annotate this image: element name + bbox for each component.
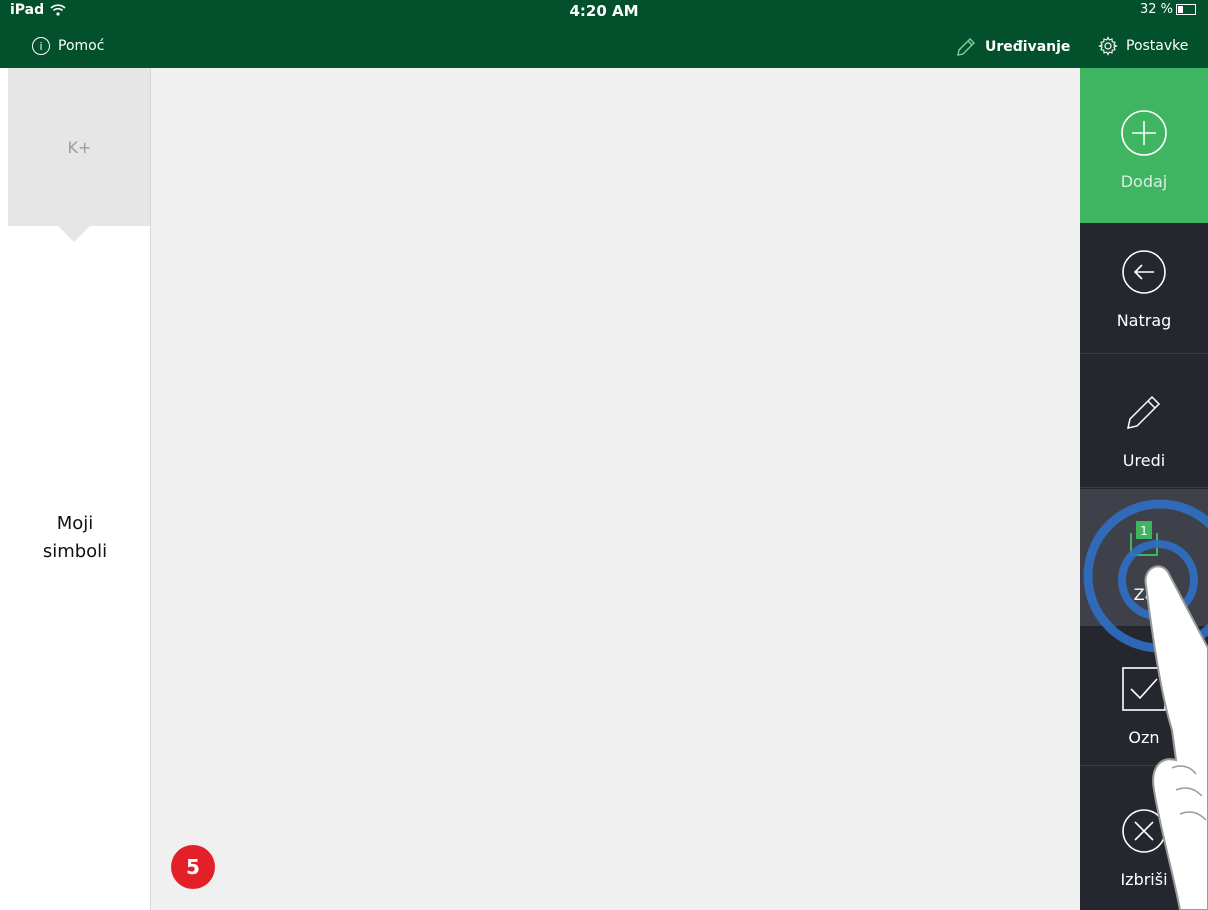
plus-circle-icon: [1117, 106, 1171, 160]
back-label: Natrag: [1116, 311, 1172, 330]
top-bar: iPad 4:20 AM 32 % i Pomoć Uređivanje Pos…: [0, 0, 1208, 68]
edit-label: Uredi: [1122, 451, 1166, 470]
my-symbols-line2: simboli: [42, 541, 108, 562]
back-button[interactable]: Natrag: [1080, 223, 1208, 354]
lock-badge-icon: 1: [1117, 519, 1171, 573]
lock-badge-number: 1: [1140, 524, 1148, 538]
action-toolbar: Dodaj Natrag Uredi 1 Za Ozn Izbriši: [1080, 68, 1208, 910]
add-label: Dodaj: [1120, 172, 1168, 191]
symbol-canvas[interactable]: 5: [151, 68, 1080, 910]
edit-mode-label: Uređivanje: [985, 39, 1071, 55]
step-badge: 5: [171, 845, 215, 889]
mark-button[interactable]: Ozn: [1080, 626, 1208, 766]
add-button[interactable]: Dodaj: [1080, 68, 1208, 223]
my-symbols-line1: Moji: [56, 513, 94, 534]
arrow-left-circle-icon: [1117, 245, 1171, 299]
info-icon: i: [32, 37, 50, 55]
status-time: 4:20 AM: [569, 2, 639, 20]
close-circle-icon: [1117, 804, 1171, 858]
help-label: Pomoć: [58, 38, 105, 54]
battery-icon: [1176, 4, 1196, 15]
delete-button[interactable]: Izbriši: [1080, 766, 1208, 910]
lock-label: Za: [1133, 585, 1155, 604]
category-tab-kplus[interactable]: K+: [8, 68, 151, 226]
tab-pointer: [58, 226, 90, 242]
settings-label: Postavke: [1126, 38, 1189, 54]
category-tab-label: K+: [67, 137, 92, 157]
mark-label: Ozn: [1128, 728, 1160, 747]
edit-mode-button[interactable]: Uređivanje: [955, 36, 1070, 58]
battery-percent: 32 %: [1139, 2, 1173, 17]
pencil-icon: [957, 38, 975, 56]
sidebar-item-my-symbols[interactable]: Moji simboli: [0, 510, 150, 566]
gear-icon: [1098, 36, 1118, 56]
settings-button[interactable]: Postavke: [1098, 36, 1188, 56]
edit-button[interactable]: Uredi: [1080, 355, 1208, 488]
lock-button[interactable]: 1 Za: [1080, 489, 1208, 626]
checkbox-icon: [1117, 662, 1171, 716]
help-button[interactable]: i Pomoć: [32, 37, 104, 55]
status-battery: 32 %: [1140, 2, 1196, 17]
category-sidebar: K+ Moji simboli: [0, 68, 151, 910]
delete-label: Izbriši: [1120, 870, 1168, 889]
pencil-icon: [1117, 385, 1171, 439]
